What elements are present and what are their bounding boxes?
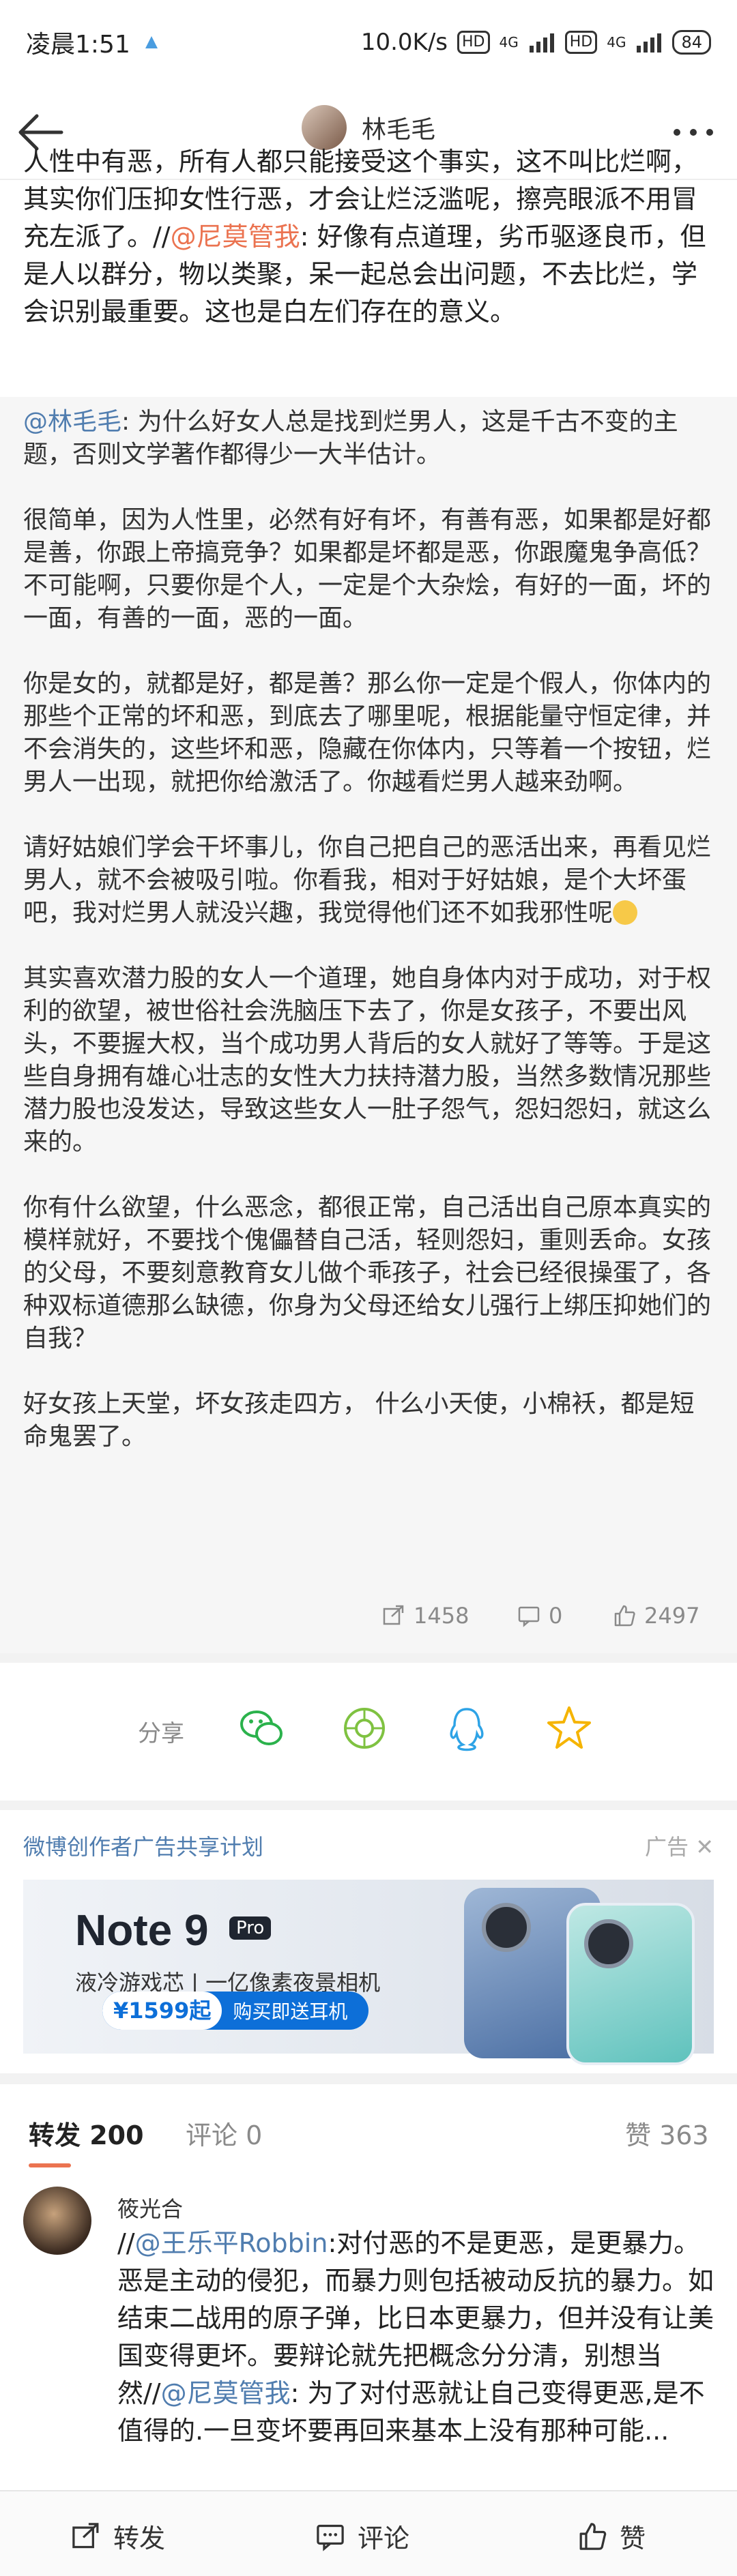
ad-price-button[interactable]: ¥1599起 购买即送耳机	[102, 1992, 369, 2030]
quoted-paragraph-3: 请好姑娘们学会干坏事儿，你自己把自己的恶活出来，再看见烂男人，就不会被吸引啦。你…	[23, 833, 712, 927]
repost-icon	[72, 2522, 99, 2548]
ad-brand-badge: Pro	[229, 1916, 272, 1940]
comment-icon	[518, 1606, 540, 1627]
quoted-like-count[interactable]: 2497	[613, 1603, 699, 1629]
ad-cta: 购买即送耳机	[233, 2000, 348, 2023]
battery-indicator: 84	[672, 30, 711, 55]
ad-program-title[interactable]: 微博创作者广告共享计划	[23, 1830, 263, 1861]
wechat-icon[interactable]	[237, 1704, 287, 1753]
divider-2	[0, 1801, 737, 1810]
like-icon	[614, 1605, 635, 1627]
like-button[interactable]: 赞	[577, 2517, 646, 2555]
signal-4g-label: 4G	[499, 34, 519, 50]
share-row: 分享	[0, 1657, 737, 1801]
hd-badge-2: HD	[564, 31, 598, 54]
tab-comments[interactable]: 评论 0	[186, 2114, 262, 2152]
quoted-intro: : 为什么好女人总是找到烂男人，这是千古不变的主题，否则文学著作都得少一大半估计…	[23, 408, 678, 469]
like-icon	[579, 2522, 607, 2550]
divider-3	[0, 2073, 737, 2084]
bottom-action-bar: 转发 评论 赞	[0, 2490, 737, 2576]
tabs: 转发 200 评论 0 赞 363	[0, 2087, 737, 2176]
ad-brand: Note 9	[75, 1906, 209, 1955]
quoted-comment-count[interactable]: 0	[517, 1603, 562, 1629]
signal-4g-label-2: 4G	[607, 34, 626, 50]
share-label: 分享	[138, 1720, 184, 1747]
repost-icon	[383, 1605, 404, 1625]
post-mention[interactable]: @尼莫管我	[171, 222, 300, 252]
quoted-paragraph-1: 很简单，因为人性里，必然有好有坏，有善有恶，如果都是好都是善，你跟上帝搞竞争？如…	[23, 506, 712, 632]
quoted-paragraph-6: 好女孩上天堂，坏女孩走四方， 什么小天使，小棉袄，都是短命鬼罢了。	[23, 1390, 695, 1451]
status-bar: 凌晨1:51 10.0K/s HD 4G HD 4G 84	[0, 0, 737, 85]
post-text: 人性中有恶，所有人都只能接受这个事实，这不叫比烂啊，其实你们压抑女性行恶，才会让…	[23, 143, 714, 331]
hotspot-icon	[145, 36, 158, 48]
hd-badge: HD	[457, 31, 490, 54]
comment-avatar[interactable]	[23, 2187, 91, 2255]
camera-icon-2	[584, 1919, 633, 1968]
nav-user-name[interactable]: 林毛毛	[362, 110, 435, 145]
close-icon[interactable]: ✕	[695, 1834, 714, 1860]
qzone-star-icon[interactable]	[545, 1704, 594, 1753]
quoted-post-text: @林毛毛: 为什么好女人总是找到烂男人，这是千古不变的主题，否则文学著作都得少一…	[23, 406, 715, 1486]
laugh-emoji-icon	[613, 900, 638, 925]
signal-bars-icon-2	[637, 33, 662, 53]
ad-phone-image-2	[566, 1903, 695, 2065]
qq-icon[interactable]	[442, 1704, 491, 1753]
net-speed: 10.0K/s	[360, 29, 448, 56]
repost-button[interactable]: 转发	[71, 2517, 165, 2555]
signal-bars-icon	[529, 33, 554, 53]
comment-text: //@王乐平Robbin:对付恶的不是更恶，是更暴力。恶是主动的侵犯，而暴力则包…	[117, 2228, 714, 2446]
comment-button[interactable]: 评论	[315, 2517, 409, 2555]
comment-mention-1[interactable]: @王乐平Robbin	[135, 2228, 328, 2258]
quoted-repost-count[interactable]: 1458	[382, 1603, 469, 1629]
tab-underline	[29, 2163, 71, 2167]
quoted-mention[interactable]: @林毛毛	[23, 408, 121, 436]
tab-reposts[interactable]: 转发 200	[29, 2114, 144, 2152]
tab-likes[interactable]: 赞 363	[625, 2114, 709, 2152]
ad-price: ¥1599起	[102, 1992, 222, 2030]
comment-author[interactable]: 筱光合	[117, 2192, 183, 2223]
quoted-post[interactable]: @林毛毛: 为什么好女人总是找到烂男人，这是千古不变的主题，否则文学著作都得少一…	[0, 397, 737, 1653]
quoted-paragraph-4: 其实喜欢潜力股的女人一个道理，她自身体内对于成功，对于权利的欲望，被世俗社会洗脑…	[23, 964, 712, 1156]
quoted-paragraph-5: 你有什么欲望，什么恶念，都很正常，自己活出自己原本真实的模样就好，不要找个傀儡替…	[23, 1194, 712, 1352]
ad-tag[interactable]: 广告 ✕	[645, 1830, 714, 1861]
camera-icon	[482, 1903, 531, 1952]
quoted-paragraph-2: 你是女的，就都是好，都是善？那么你一定是个假人，你体内的那些个正常的坏和恶，到底…	[23, 670, 712, 796]
comment-icon	[317, 2524, 344, 2551]
status-time: 凌晨1:51	[26, 31, 130, 59]
moments-icon[interactable]	[340, 1704, 389, 1753]
comment-mention-2[interactable]: @尼莫管我	[161, 2378, 291, 2408]
